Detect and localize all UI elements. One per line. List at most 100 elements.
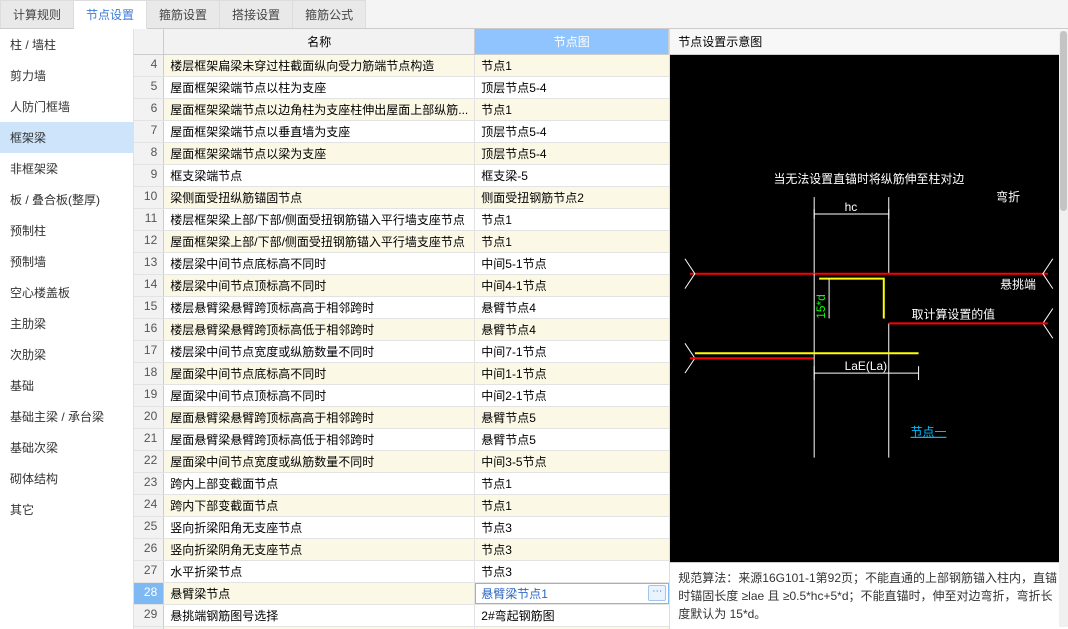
scroll-thumb[interactable] bbox=[1060, 31, 1067, 211]
table-row[interactable]: 11楼层框架梁上部/下部/侧面受扭钢筋锚入平行墙支座节点节点1 bbox=[134, 209, 669, 231]
ellipsis-button[interactable]: ⋯ bbox=[648, 585, 666, 601]
cell-no: 20 bbox=[134, 407, 164, 428]
sidebar-item-9[interactable]: 主肋梁 bbox=[0, 308, 133, 339]
sidebar-item-4[interactable]: 非框架梁 bbox=[0, 153, 133, 184]
cell-node[interactable]: 侧面受扭钢筋节点2 bbox=[475, 187, 669, 208]
table-row[interactable]: 29悬挑端钢筋图号选择2#弯起钢筋图 bbox=[134, 605, 669, 627]
cell-name: 水平折梁节点 bbox=[164, 561, 475, 582]
tab-stirrup-settings[interactable]: 箍筋设置 bbox=[147, 0, 220, 28]
cell-node[interactable]: 中间2-1节点 bbox=[475, 385, 669, 406]
table-row[interactable]: 22屋面梁中间节点宽度或纵筋数量不同时中间3-5节点 bbox=[134, 451, 669, 473]
cell-name: 悬臂梁节点 bbox=[164, 583, 475, 604]
cell-name: 楼层梁中间节点宽度或纵筋数量不同时 bbox=[164, 341, 475, 362]
cell-node[interactable]: 悬臂节点5 bbox=[475, 429, 669, 450]
cell-node[interactable]: 中间4-1节点 bbox=[475, 275, 669, 296]
sidebar-item-15[interactable]: 其它 bbox=[0, 494, 133, 525]
sidebar-item-6[interactable]: 预制柱 bbox=[0, 215, 133, 246]
cell-node[interactable]: 中间3-5节点 bbox=[475, 451, 669, 472]
cell-node[interactable]: 顶层节点5-4 bbox=[475, 121, 669, 142]
cell-name: 悬挑端钢筋图号选择 bbox=[164, 605, 475, 626]
sidebar-item-8[interactable]: 空心楼盖板 bbox=[0, 277, 133, 308]
cell-name: 楼层梁中间节点底标高不同时 bbox=[164, 253, 475, 274]
cell-node[interactable]: 中间5-1节点 bbox=[475, 253, 669, 274]
table-row[interactable]: 16楼层悬臂梁悬臂跨顶标高低于相邻跨时悬臂节点4 bbox=[134, 319, 669, 341]
col-no bbox=[134, 29, 164, 54]
cell-no: 17 bbox=[134, 341, 164, 362]
cell-no: 11 bbox=[134, 209, 164, 230]
cell-node[interactable]: 节点1 bbox=[475, 473, 669, 494]
cell-node[interactable]: 框支梁-5 bbox=[475, 165, 669, 186]
cell-name: 屋面框架梁端节点以边角柱为支座柱伸出屋面上部纵筋... bbox=[164, 99, 475, 120]
sidebar: 柱 / 墙柱剪力墙人防门框墙框架梁非框架梁板 / 叠合板(整厚)预制柱预制墙空心… bbox=[0, 29, 134, 629]
table-row[interactable]: 19屋面梁中间节点顶标高不同时中间2-1节点 bbox=[134, 385, 669, 407]
table-row[interactable]: 5屋面框架梁端节点以柱为支座顶层节点5-4 bbox=[134, 77, 669, 99]
cell-name: 屋面框架梁上部/下部/侧面受扭钢筋锚入平行墙支座节点 bbox=[164, 231, 475, 252]
cell-no: 9 bbox=[134, 165, 164, 186]
diag-lae: LaE(La) bbox=[845, 359, 887, 373]
right-scrollbar[interactable] bbox=[1059, 31, 1068, 627]
sidebar-item-13[interactable]: 基础次梁 bbox=[0, 432, 133, 463]
cell-node[interactable]: 顶层节点5-4 bbox=[475, 77, 669, 98]
sidebar-item-2[interactable]: 人防门框墙 bbox=[0, 91, 133, 122]
cell-no: 23 bbox=[134, 473, 164, 494]
algorithm-note: 规范算法：来源16G101-1第92页；不能直通的上部钢筋锚入柱内，直锚时锚固长… bbox=[670, 562, 1068, 629]
cell-node[interactable]: 悬臂节点4 bbox=[475, 297, 669, 318]
cell-node[interactable]: 节点1 bbox=[475, 209, 669, 230]
table-row[interactable]: 7屋面框架梁端节点以垂直墙为支座顶层节点5-4 bbox=[134, 121, 669, 143]
cell-no: 12 bbox=[134, 231, 164, 252]
cell-node[interactable]: 悬臂节点5 bbox=[475, 407, 669, 428]
table-row[interactable]: 25竖向折梁阳角无支座节点节点3 bbox=[134, 517, 669, 539]
sidebar-item-7[interactable]: 预制墙 bbox=[0, 246, 133, 277]
table-row[interactable]: 17楼层梁中间节点宽度或纵筋数量不同时中间7-1节点 bbox=[134, 341, 669, 363]
sidebar-item-1[interactable]: 剪力墙 bbox=[0, 60, 133, 91]
table-row[interactable]: 13楼层梁中间节点底标高不同时中间5-1节点 bbox=[134, 253, 669, 275]
diag-15d: 15*d bbox=[814, 294, 828, 319]
cell-node[interactable]: 节点3 bbox=[475, 561, 669, 582]
sidebar-item-3[interactable]: 框架梁 bbox=[0, 122, 133, 153]
table-row[interactable]: 10梁侧面受扭纵筋锚固节点侧面受扭钢筋节点2 bbox=[134, 187, 669, 209]
tab-lap-settings[interactable]: 搭接设置 bbox=[220, 0, 293, 28]
sidebar-item-0[interactable]: 柱 / 墙柱 bbox=[0, 29, 133, 60]
sidebar-item-5[interactable]: 板 / 叠合板(整厚) bbox=[0, 184, 133, 215]
table-row[interactable]: 27水平折梁节点节点3 bbox=[134, 561, 669, 583]
table-row[interactable]: 28悬臂梁节点悬臂梁节点1⋯ bbox=[134, 583, 669, 605]
table-row[interactable]: 9框支梁端节点框支梁-5 bbox=[134, 165, 669, 187]
table-row[interactable]: 23跨内上部变截面节点节点1 bbox=[134, 473, 669, 495]
cell-no: 15 bbox=[134, 297, 164, 318]
col-node[interactable]: 节点图 bbox=[475, 29, 669, 54]
tab-stirrup-formula[interactable]: 箍筋公式 bbox=[293, 0, 366, 28]
sidebar-item-11[interactable]: 基础 bbox=[0, 370, 133, 401]
sidebar-item-12[interactable]: 基础主梁 / 承台梁 bbox=[0, 401, 133, 432]
cell-node[interactable]: 节点3 bbox=[475, 539, 669, 560]
cell-node[interactable]: 节点3 bbox=[475, 517, 669, 538]
table-row[interactable]: 21屋面悬臂梁悬臂跨顶标高低于相邻跨时悬臂节点5 bbox=[134, 429, 669, 451]
cell-node[interactable]: 节点1 bbox=[475, 55, 669, 76]
cell-node[interactable]: 中间7-1节点 bbox=[475, 341, 669, 362]
table-row[interactable]: 18屋面梁中间节点底标高不同时中间1-1节点 bbox=[134, 363, 669, 385]
cell-name: 屋面框架梁端节点以梁为支座 bbox=[164, 143, 475, 164]
table-row[interactable]: 4楼层框架扁梁未穿过柱截面纵向受力筋端节点构造节点1 bbox=[134, 55, 669, 77]
table-row[interactable]: 12屋面框架梁上部/下部/侧面受扭钢筋锚入平行墙支座节点节点1 bbox=[134, 231, 669, 253]
table-row[interactable]: 15楼层悬臂梁悬臂跨顶标高高于相邻跨时悬臂节点4 bbox=[134, 297, 669, 319]
table-row[interactable]: 8屋面框架梁端节点以梁为支座顶层节点5-4 bbox=[134, 143, 669, 165]
tab-calc-rules[interactable]: 计算规则 bbox=[0, 0, 74, 28]
cell-node[interactable]: 中间1-1节点 bbox=[475, 363, 669, 384]
cell-node[interactable]: 节点1 bbox=[475, 99, 669, 120]
cell-node[interactable]: 悬臂节点4 bbox=[475, 319, 669, 340]
sidebar-item-10[interactable]: 次肋梁 bbox=[0, 339, 133, 370]
table-row[interactable]: 20屋面悬臂梁悬臂跨顶标高高于相邻跨时悬臂节点5 bbox=[134, 407, 669, 429]
cell-node[interactable]: 节点1 bbox=[475, 231, 669, 252]
table-row[interactable]: 6屋面框架梁端节点以边角柱为支座柱伸出屋面上部纵筋...节点1 bbox=[134, 99, 669, 121]
tab-node-settings[interactable]: 节点设置 bbox=[74, 0, 147, 29]
cell-node[interactable]: 悬臂梁节点1⋯ bbox=[475, 583, 669, 604]
sidebar-item-14[interactable]: 砌体结构 bbox=[0, 463, 133, 494]
table-row[interactable]: 14楼层梁中间节点顶标高不同时中间4-1节点 bbox=[134, 275, 669, 297]
cell-no: 5 bbox=[134, 77, 164, 98]
cell-node[interactable]: 顶层节点5-4 bbox=[475, 143, 669, 164]
table-row[interactable]: 24跨内下部变截面节点节点1 bbox=[134, 495, 669, 517]
cell-no: 4 bbox=[134, 55, 164, 76]
table-row[interactable]: 26竖向折梁阴角无支座节点节点3 bbox=[134, 539, 669, 561]
cell-node[interactable]: 节点1 bbox=[475, 495, 669, 516]
cell-node[interactable]: 2#弯起钢筋图 bbox=[475, 605, 669, 626]
diagram-title: 节点设置示意图 bbox=[670, 29, 1068, 55]
